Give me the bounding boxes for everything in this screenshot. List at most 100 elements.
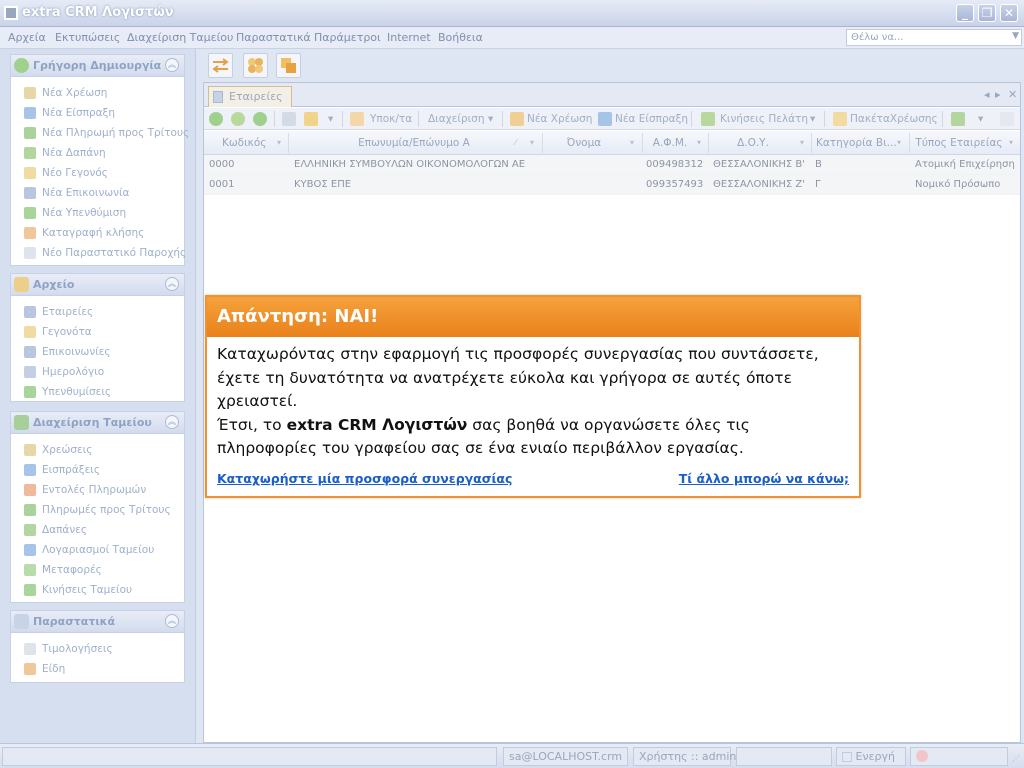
client-moves-dropdown-arrow[interactable]: ▾ <box>810 113 815 125</box>
nav-third-party-payments[interactable]: Πληρωμές προς Τρίτους <box>11 500 184 520</box>
minimize-button[interactable]: _ <box>956 4 974 22</box>
nav-new-expense[interactable]: Νέα Δαπάνη <box>11 143 184 163</box>
collapse-icon[interactable]: ︽ <box>165 277 179 291</box>
new-receipt-button[interactable]: Νέα Είσπραξη <box>615 113 688 125</box>
filter-icon[interactable]: ▾ <box>1009 138 1013 147</box>
filter-icon[interactable]: ▾ <box>630 138 634 147</box>
collapse-icon[interactable]: ︽ <box>165 58 179 72</box>
nav-label: Νέα Πληρωμή προς Τρίτους <box>42 127 190 139</box>
what-else-link[interactable]: Τί άλλο μπορώ να κάνω; <box>679 471 849 486</box>
menu-prints[interactable]: Εκτυπώσεις <box>55 31 120 44</box>
dropdown-arrow[interactable]: ▾ <box>328 113 333 125</box>
collapse-icon[interactable]: ︽ <box>165 614 179 628</box>
collapse-icon[interactable]: ︽ <box>165 415 179 429</box>
menu-documents[interactable]: Παραστατικά <box>236 31 311 44</box>
nav-new-event[interactable]: Νέο Γεγονός <box>11 163 184 183</box>
event-icon <box>24 167 36 179</box>
nav-new-communication[interactable]: Νέα Επικοινωνία <box>11 183 184 203</box>
table-row[interactable]: 0000 ΕΛΛΗΝΙΚΗ ΣΥΜΒΟΥΛΩΝ ΟΙΚΟΝΟΜΟΛΟΓΩΝ ΑΕ… <box>204 155 1020 175</box>
column-tax-office[interactable]: Δ.Ο.Υ. <box>714 137 792 149</box>
filter-icon[interactable]: ▾ <box>897 138 901 147</box>
nav-log-call[interactable]: Καταγραφή κλήσης <box>11 223 184 243</box>
remove-icon[interactable] <box>253 112 267 126</box>
register-offer-link[interactable]: Καταχωρήστε μία προσφορά συνεργασίας <box>217 471 512 486</box>
nav-charges[interactable]: Χρεώσεις <box>11 440 184 460</box>
nav-new-service-document[interactable]: Νέο Παραστατικό Παροχής <box>11 243 186 263</box>
nav-invoicing[interactable]: Τιμολογήσεις <box>11 639 184 659</box>
nav-companies[interactable]: Εταιρείες <box>11 302 184 322</box>
group-header[interactable]: Διαχείριση Ταμείου ︽ <box>11 412 184 434</box>
client-moves-button[interactable]: Κινήσεις Πελάτη <box>720 113 808 125</box>
checkbox-icon[interactable] <box>842 752 852 762</box>
column-vat[interactable]: Α.Φ.Μ. <box>646 137 694 149</box>
nav-new-reminder[interactable]: Νέα Υπενθύμιση <box>11 203 184 223</box>
nav-events[interactable]: Γεγονότα <box>11 322 184 342</box>
filter-icon[interactable]: ▾ <box>277 138 281 147</box>
column-separator <box>811 133 812 153</box>
subaccounts-button[interactable]: Υποκ/τα <box>370 113 412 125</box>
scroll-left-icon[interactable]: ◂ <box>984 88 990 101</box>
scroll-right-icon[interactable]: ▸ <box>995 88 1001 101</box>
menu-cash-management[interactable]: Διαχείριση Ταμείου <box>127 31 233 44</box>
menu-internet[interactable]: Internet <box>387 31 431 44</box>
filter-icon[interactable]: ▾ <box>530 138 534 147</box>
nav-receipts[interactable]: Εισπράξεις <box>11 460 184 480</box>
management-button[interactable]: Διαχείριση <box>428 113 484 125</box>
filter-icon[interactable]: ▾ <box>800 138 804 147</box>
documents-icon <box>14 614 29 629</box>
column-category[interactable]: Κατηγορία Βι... <box>816 137 897 149</box>
menu-archives[interactable]: Αρχεία <box>8 31 46 44</box>
nav-expenses[interactable]: Δαπάνες <box>11 520 184 540</box>
nav-new-charge[interactable]: Νέα Χρέωση <box>11 83 184 103</box>
filter-icon[interactable]: ▾ <box>697 138 701 147</box>
options-icon[interactable] <box>1000 112 1014 126</box>
nav-payment-orders[interactable]: Εντολές Πληρωμών <box>11 480 184 500</box>
nav-communications[interactable]: Επικοινωνίες <box>11 342 184 362</box>
grid-dropdown-arrow[interactable]: ▾ <box>978 113 983 125</box>
folder-icon[interactable] <box>304 112 318 126</box>
packages-button[interactable]: ΠακέταΧρέωσης <box>850 113 938 125</box>
callout-header: Απάντηση: ΝΑΙ! <box>207 297 859 337</box>
nav-reminders[interactable]: Υπενθυμίσεις <box>11 382 184 402</box>
column-company-name[interactable]: Επωνυμία/Επώνυμο Α <box>294 137 534 149</box>
grid-icon[interactable] <box>951 112 965 126</box>
nav-items[interactable]: Είδη <box>11 659 184 679</box>
management-dropdown-arrow[interactable]: ▾ <box>488 113 493 125</box>
search-input[interactable]: Θέλω να... ▼ <box>846 29 1022 46</box>
resize-grip-icon[interactable]: ⋰ <box>1012 754 1020 763</box>
nav-new-receipt[interactable]: Νέα Είσπραξη <box>11 103 184 123</box>
nav-new-third-party-payment[interactable]: Νέα Πληρωμή προς Τρίτους <box>11 123 189 143</box>
panel-splitter[interactable] <box>195 49 202 743</box>
table-row[interactable]: 0001 ΚΥΒΟΣ ΕΠΕ 099357493 ΘΕΣΣΑΛΟΝΙΚΗΣ Ζ'… <box>204 175 1020 195</box>
group-header[interactable]: Γρήγορη Δημιουργία ︽ <box>11 55 184 77</box>
nav-cash-accounts[interactable]: Λογαριασμοί Ταμείου <box>11 540 184 560</box>
swap-icon[interactable] <box>208 53 233 78</box>
sort-icon[interactable]: ⁄ <box>515 138 516 147</box>
close-button[interactable]: ✕ <box>1000 4 1018 22</box>
windows-icon[interactable] <box>276 53 301 78</box>
window-title: extra CRM Λογιστών <box>22 5 174 20</box>
menu-help[interactable]: Βοήθεια <box>438 31 483 44</box>
nav-calendar[interactable]: Ημερολόγιο <box>11 362 184 382</box>
restore-button[interactable]: ❐ <box>978 4 996 22</box>
nav-transfers[interactable]: Μεταφορές <box>11 560 184 580</box>
tab-companies[interactable]: Εταιρείες <box>208 86 292 107</box>
group-header[interactable]: Παραστατικά ︽ <box>11 611 184 633</box>
group-header[interactable]: Αρχείο ︽ <box>11 274 184 296</box>
nav-cash-movements[interactable]: Κινήσεις Ταμείου <box>11 580 184 600</box>
column-code[interactable]: Κωδικός <box>222 137 266 149</box>
edit-icon[interactable] <box>231 112 245 126</box>
new-charge-button[interactable]: Νέα Χρέωση <box>527 113 592 125</box>
print-icon[interactable] <box>282 112 296 126</box>
expenses-icon <box>24 524 36 536</box>
chevron-down-icon[interactable]: ▼ <box>1012 31 1019 41</box>
modules-icon[interactable] <box>243 53 268 78</box>
group-title: Διαχείριση Ταμείου <box>33 416 152 429</box>
nav-label: Καταγραφή κλήσης <box>42 227 145 239</box>
column-company-type[interactable]: Τύπος Εταιρείας <box>914 137 1004 149</box>
menu-parameters[interactable]: Παράμετροι <box>314 31 381 44</box>
column-first-name[interactable]: Όνομα <box>549 137 619 149</box>
cell-code: 0000 <box>209 159 235 170</box>
add-icon[interactable] <box>209 112 223 126</box>
close-tab-icon[interactable]: ✕ <box>1008 88 1017 101</box>
